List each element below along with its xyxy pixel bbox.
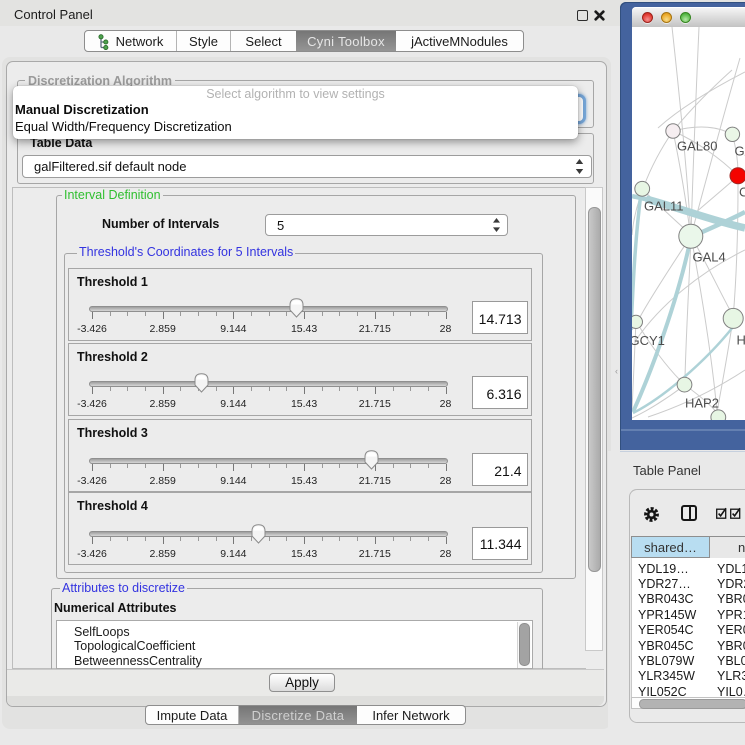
svg-text:C: C bbox=[739, 185, 745, 200]
svg-text:GCY1: GCY1 bbox=[632, 333, 665, 348]
svg-text:HAP2: HAP2 bbox=[685, 396, 719, 411]
svg-text:GAL11: GAL11 bbox=[644, 199, 684, 214]
svg-text:GAL80: GAL80 bbox=[677, 139, 717, 154]
svg-text:GA: GA bbox=[735, 144, 745, 159]
svg-text:H: H bbox=[737, 333, 745, 348]
svg-text:GAL4: GAL4 bbox=[693, 250, 726, 265]
